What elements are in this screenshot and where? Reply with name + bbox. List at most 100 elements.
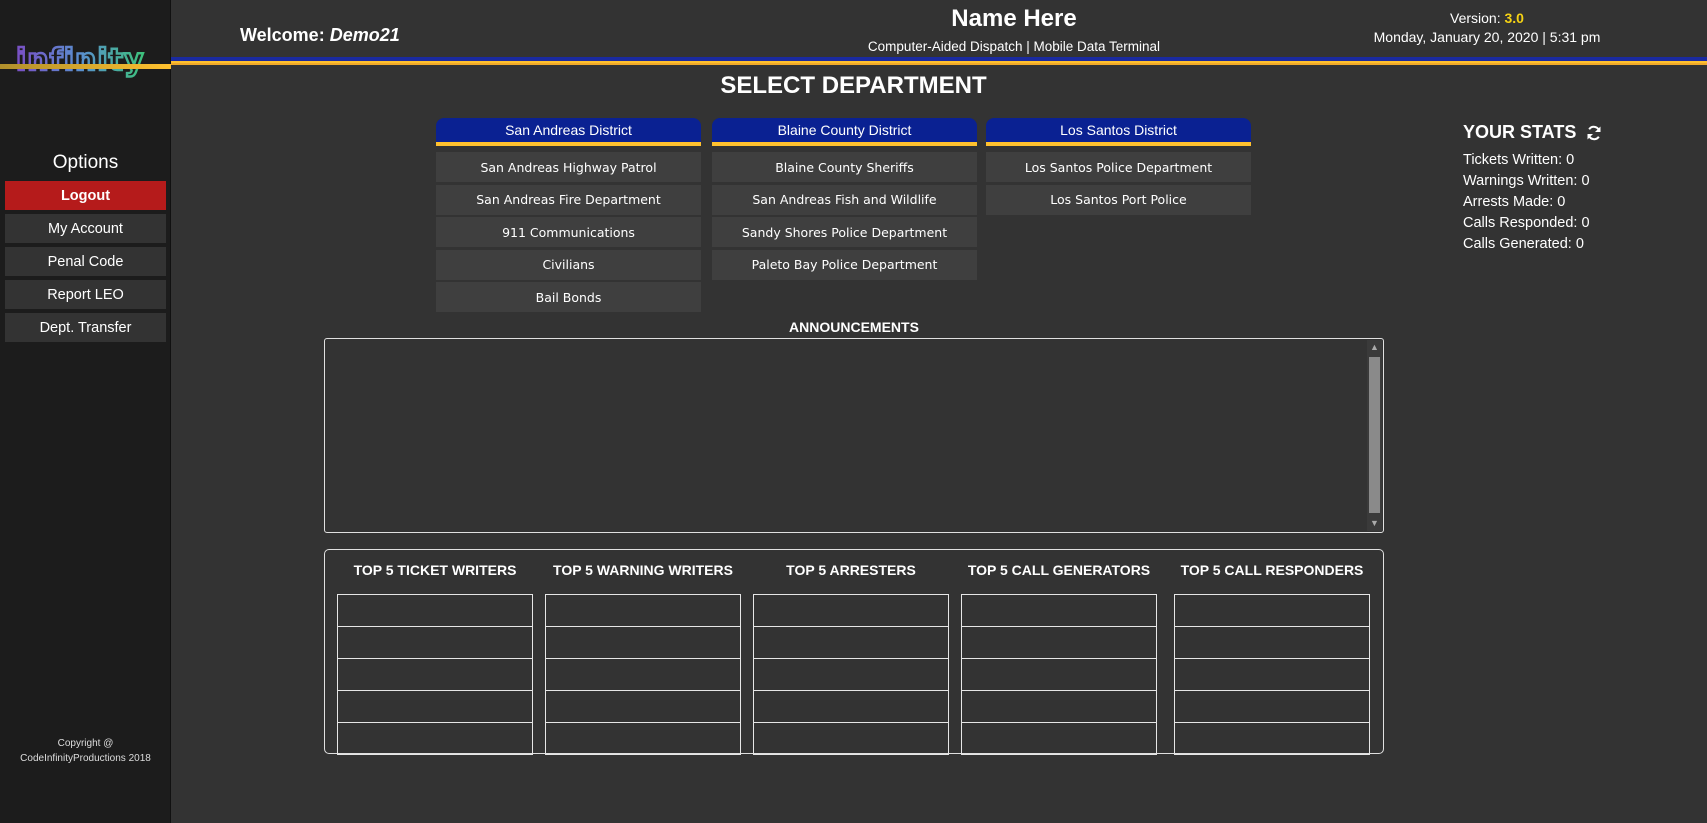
table-row [753,722,949,755]
dept-los-santos-police[interactable]: Los Santos Police Department [986,152,1251,182]
leaderboard-table [753,594,949,755]
table-row [337,690,533,723]
dept-san-andreas-fire-department[interactable]: San Andreas Fire Department [436,184,701,215]
announcements-box: ▲ ▼ [324,338,1384,533]
dept-911-communications[interactable]: 911 Communications [436,217,701,247]
dept-civilians[interactable]: Civilians [436,249,701,280]
board-title: TOP 5 ARRESTERS [786,562,916,578]
stats-list: Tickets Written: 0 Warnings Written: 0 A… [1463,150,1683,255]
dept-san-andreas-highway-patrol[interactable]: San Andreas Highway Patrol [436,152,701,182]
table-row [753,626,949,659]
table-row [1174,626,1370,659]
table-row [753,690,949,723]
scroll-up-arrow-icon[interactable]: ▲ [1367,340,1382,355]
header: Welcome: Demo21 Name Here Computer-Aided… [171,0,1707,62]
copyright-line-1: Copyright @ [57,738,114,749]
dept-sandy-shores-police[interactable]: Sandy Shores Police Department [712,217,977,247]
table-row [961,626,1157,659]
welcome-label: Welcome: [240,25,325,45]
stat-calls-generated: Calls Generated: 0 [1463,236,1584,252]
district-los-santos: Los Santos District Los Santos Police De… [986,118,1251,217]
dept-paleto-bay-police[interactable]: Paleto Bay Police Department [712,249,977,280]
board-warning-writers: TOP 5 WARNING WRITERS [545,560,741,755]
stat-arrests-made: Arrests Made: 0 [1463,194,1566,210]
leaderboard-table [1174,594,1370,755]
table-row [961,722,1157,755]
version-block: Version: 3.0 Monday, January 20, 2020 | … [1337,9,1637,47]
table-row [337,626,533,659]
username: Demo21 [329,25,400,45]
logout-button[interactable]: Logout [5,181,166,210]
board-arresters: TOP 5 ARRESTERS [753,560,949,755]
dept-blaine-county-sheriffs[interactable]: Blaine County Sheriffs [712,152,977,182]
department-list: Blaine County Sheriffs San Andreas Fish … [712,152,977,280]
table-row [1174,594,1370,627]
table-row [337,722,533,755]
welcome-text: Welcome: Demo21 [240,25,400,46]
table-row [545,690,741,723]
app-subtitle: Computer-Aided Dispatch | Mobile Data Te… [867,39,1161,54]
page-title-text: SELECT DEPARTMENT [720,72,987,99]
refresh-icon[interactable] [1586,125,1602,141]
department-list: San Andreas Highway Patrol San Andreas F… [436,152,701,312]
report-leo-button[interactable]: Report LEO [5,280,166,309]
table-row [337,658,533,691]
stats-title: YOUR STATS [1463,122,1683,143]
announcements-title: ANNOUNCEMENTS [789,319,919,335]
board-title: TOP 5 CALL GENERATORS [967,562,1151,578]
district-san-andreas: San Andreas District San Andreas Highway… [436,118,701,315]
district-header: San Andreas District [436,118,701,146]
board-call-responders: TOP 5 CALL RESPONDERS [1174,560,1370,755]
table-row [1174,722,1370,755]
table-row [753,594,949,627]
board-title: TOP 5 WARNING WRITERS [553,562,733,578]
dept-transfer-button[interactable]: Dept. Transfer [5,313,166,342]
sidebar: infinity Options Logout My Account Penal… [0,0,171,823]
department-list: Los Santos Police Department Los Santos … [986,152,1251,215]
version-label: Version: [1450,10,1501,26]
stat-calls-responded: Calls Responded: 0 [1463,215,1590,231]
board-ticket-writers: TOP 5 TICKET WRITERS [337,560,533,755]
copyright-line-2: CodeInfinityProductions 2018 [20,753,151,764]
logo-stripe [0,64,171,69]
announcements-scrollbar[interactable]: ▲ ▼ [1367,340,1382,531]
app-name: Name Here [951,5,1077,32]
page-title: SELECT DEPARTMENT [0,72,1707,100]
leaderboard-table [961,594,1157,755]
options-title: Options [52,152,119,173]
penal-code-button[interactable]: Penal Code [5,247,166,276]
district-blaine-county: Blaine County District Blaine County She… [712,118,977,282]
leaderboards-panel: TOP 5 TICKET WRITERS TOP 5 WARNING WRITE… [324,549,1384,755]
table-row [545,722,741,755]
table-row [961,658,1157,691]
dept-san-andreas-fish-and-wildlife[interactable]: San Andreas Fish and Wildlife [712,184,977,215]
header-gold-stripe [171,61,1707,65]
district-header: Blaine County District [712,118,977,146]
app-title: Name Here Computer-Aided Dispatch | Mobi… [691,5,1337,54]
stat-warnings-written: Warnings Written: 0 [1463,173,1590,189]
datetime: Monday, January 20, 2020 | 5:31 pm [1373,29,1601,45]
scroll-down-arrow-icon[interactable]: ▼ [1367,516,1382,531]
table-row [753,658,949,691]
sidebar-menu: Logout My Account Penal Code Report LEO … [5,181,166,346]
my-account-button[interactable]: My Account [5,214,166,243]
board-title: TOP 5 CALL RESPONDERS [1180,562,1364,578]
scroll-thumb[interactable] [1369,357,1380,513]
table-row [337,594,533,627]
copyright: Copyright @ CodeInfinityProductions 2018 [0,736,171,766]
table-row [961,594,1157,627]
table-row [1174,658,1370,691]
board-title: TOP 5 TICKET WRITERS [353,562,517,578]
dept-los-santos-port-police[interactable]: Los Santos Port Police [986,184,1251,215]
stats-title-text: YOUR STATS [1463,122,1577,142]
leaderboard-table [337,594,533,755]
leaderboard-table [545,594,741,755]
table-row [545,626,741,659]
dept-bail-bonds[interactable]: Bail Bonds [436,282,701,312]
your-stats-panel: YOUR STATS Tickets Written: 0 Warnings W… [1463,122,1683,255]
table-row [545,658,741,691]
district-header: Los Santos District [986,118,1251,146]
version-number: 3.0 [1504,10,1524,26]
stat-tickets-written: Tickets Written: 0 [1463,152,1575,168]
table-row [961,690,1157,723]
